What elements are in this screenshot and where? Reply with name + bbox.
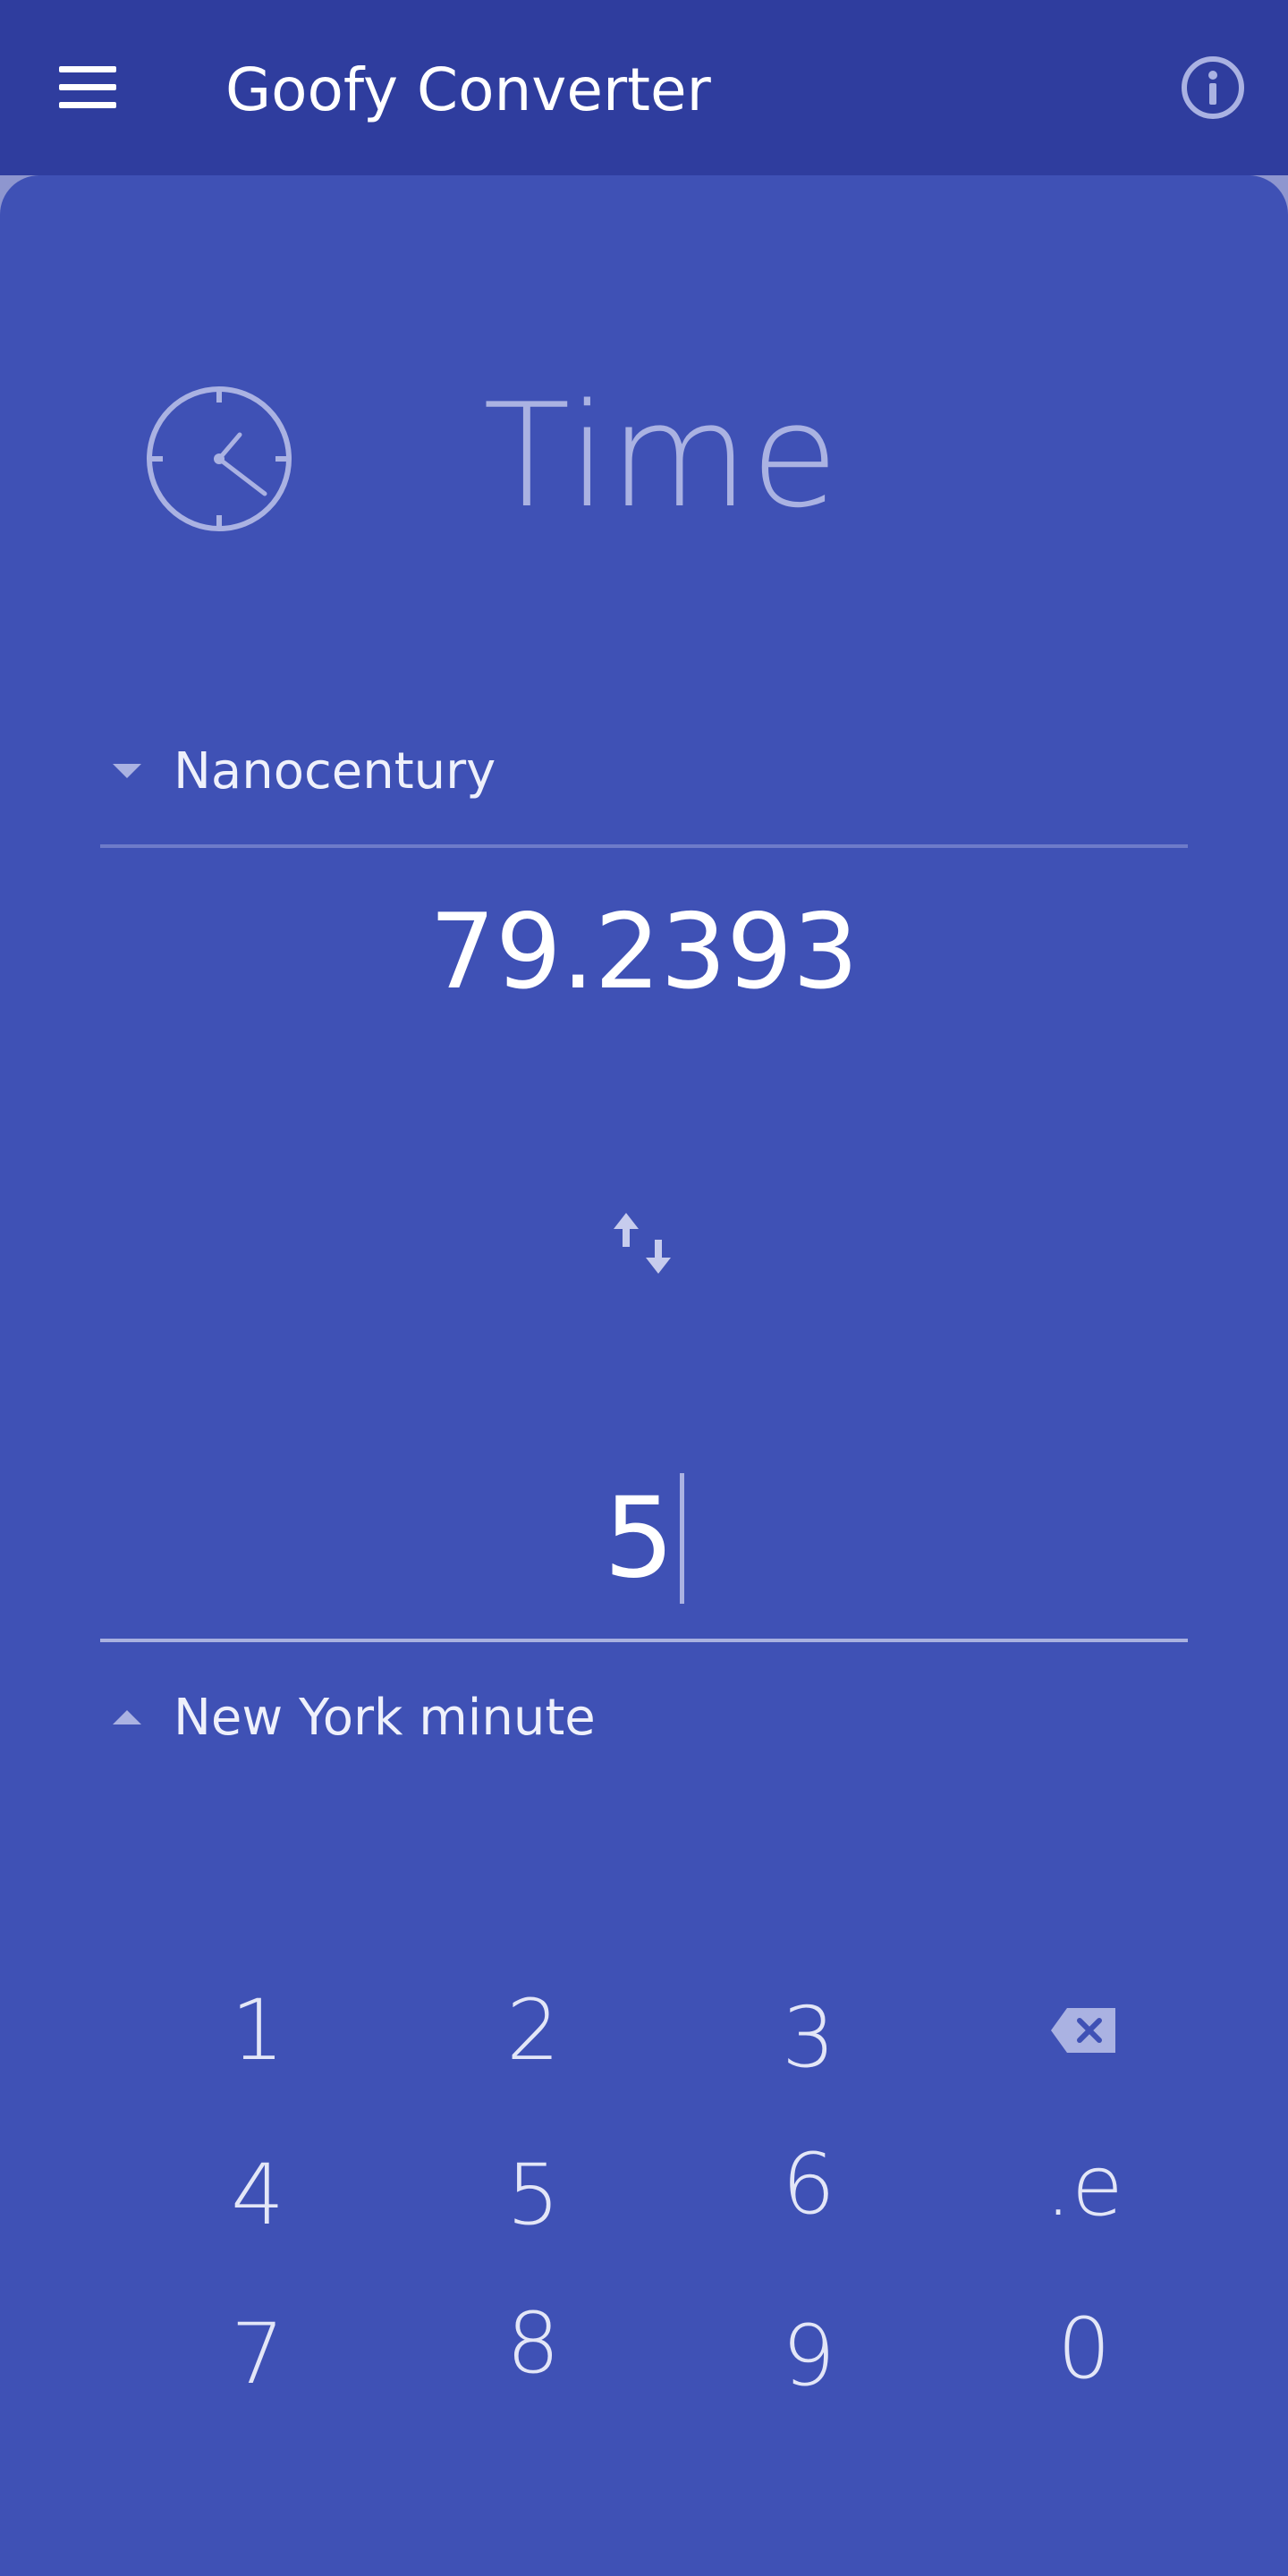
- clock-icon: [143, 383, 295, 535]
- from-value: 79.2393: [429, 892, 859, 1013]
- key-2[interactable]: 2: [444, 1959, 623, 2102]
- key-5[interactable]: 5: [444, 2123, 623, 2267]
- info-icon[interactable]: [1172, 52, 1254, 123]
- from-divider: [100, 844, 1188, 848]
- text-cursor: [679, 1473, 684, 1604]
- to-unit-label: New York minute: [174, 1688, 596, 1747]
- key-7[interactable]: 7: [168, 2283, 347, 2426]
- key-0[interactable]: 0: [995, 2277, 1174, 2420]
- to-value: 5: [604, 1474, 674, 1603]
- from-unit-label: Nanocentury: [174, 741, 496, 801]
- category-title: Time: [483, 372, 841, 539]
- hamburger-menu-icon[interactable]: [43, 47, 132, 127]
- key-4[interactable]: 4: [168, 2123, 347, 2267]
- backspace-icon[interactable]: [995, 1959, 1174, 2102]
- to-divider: [100, 1639, 1188, 1642]
- app-bar: Goofy Converter: [0, 0, 1288, 175]
- key-8[interactable]: 8: [444, 2272, 623, 2415]
- key-9[interactable]: 9: [719, 2284, 898, 2428]
- key-6[interactable]: 6: [719, 2113, 898, 2256]
- dropdown-arrow-icon: [100, 753, 154, 789]
- to-value-input[interactable]: 5: [100, 1467, 1188, 1610]
- dropdown-arrow-up-icon: [100, 1699, 154, 1735]
- from-unit-selector[interactable]: Nanocentury: [100, 735, 726, 807]
- key-1[interactable]: 1: [168, 1959, 347, 2102]
- app-title: Goofy Converter: [225, 55, 711, 124]
- to-unit-selector[interactable]: New York minute: [100, 1682, 726, 1753]
- key-3[interactable]: 3: [719, 1966, 898, 2109]
- key-decimal-exponent[interactable]: .e: [995, 2114, 1174, 2258]
- swap-vertical-icon[interactable]: [608, 1208, 680, 1279]
